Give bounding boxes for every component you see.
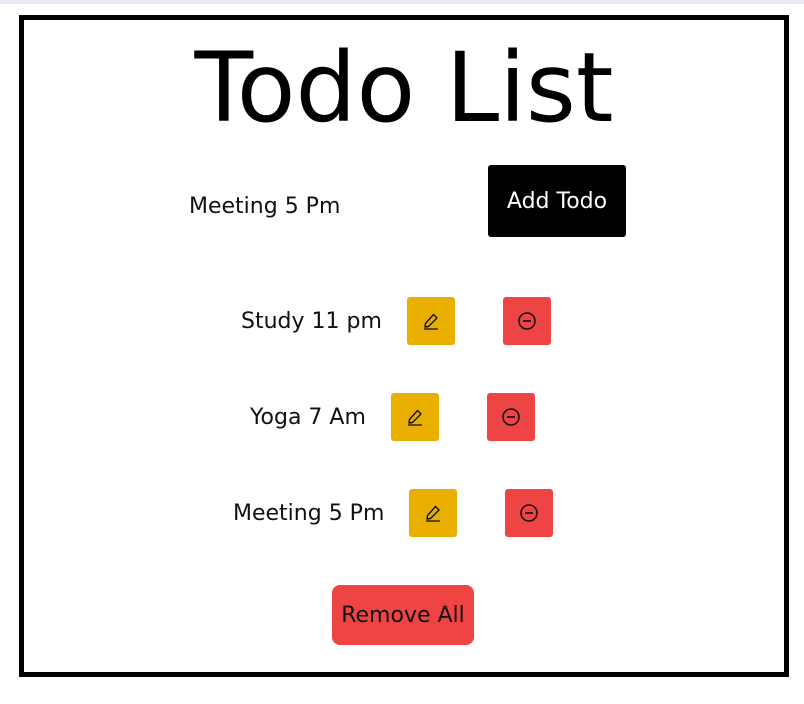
pencil-icon	[407, 409, 422, 426]
browser-top-strip	[0, 0, 804, 4]
pencil-icon	[426, 505, 441, 522]
page-title: Todo List	[194, 32, 614, 144]
edit-todo-button[interactable]	[390, 393, 439, 441]
delete-todo-button[interactable]	[502, 297, 551, 345]
todo-item: Yoga 7 Am	[250, 393, 535, 441]
todo-item: Meeting 5 Pm	[233, 489, 554, 537]
remove-all-button[interactable]: Remove All	[332, 585, 474, 645]
todo-card: Todo List Add Todo Study 11 pm Yoga 7 Am	[19, 15, 789, 677]
todo-item-text: Meeting 5 Pm	[233, 500, 385, 526]
edit-todo-button[interactable]	[406, 297, 455, 345]
new-todo-input[interactable]	[189, 190, 389, 222]
todo-item: Study 11 pm	[241, 297, 551, 345]
pencil-icon	[423, 313, 438, 330]
delete-todo-button[interactable]	[505, 489, 554, 537]
edit-todo-button[interactable]	[409, 489, 458, 537]
add-todo-button[interactable]: Add Todo	[488, 165, 626, 237]
todo-item-text: Study 11 pm	[241, 308, 382, 334]
minus-circle-icon	[520, 504, 539, 522]
minus-circle-icon	[518, 312, 536, 330]
minus-circle-icon	[502, 408, 520, 426]
delete-todo-button[interactable]	[486, 393, 535, 441]
todo-item-text: Yoga 7 Am	[250, 404, 366, 430]
